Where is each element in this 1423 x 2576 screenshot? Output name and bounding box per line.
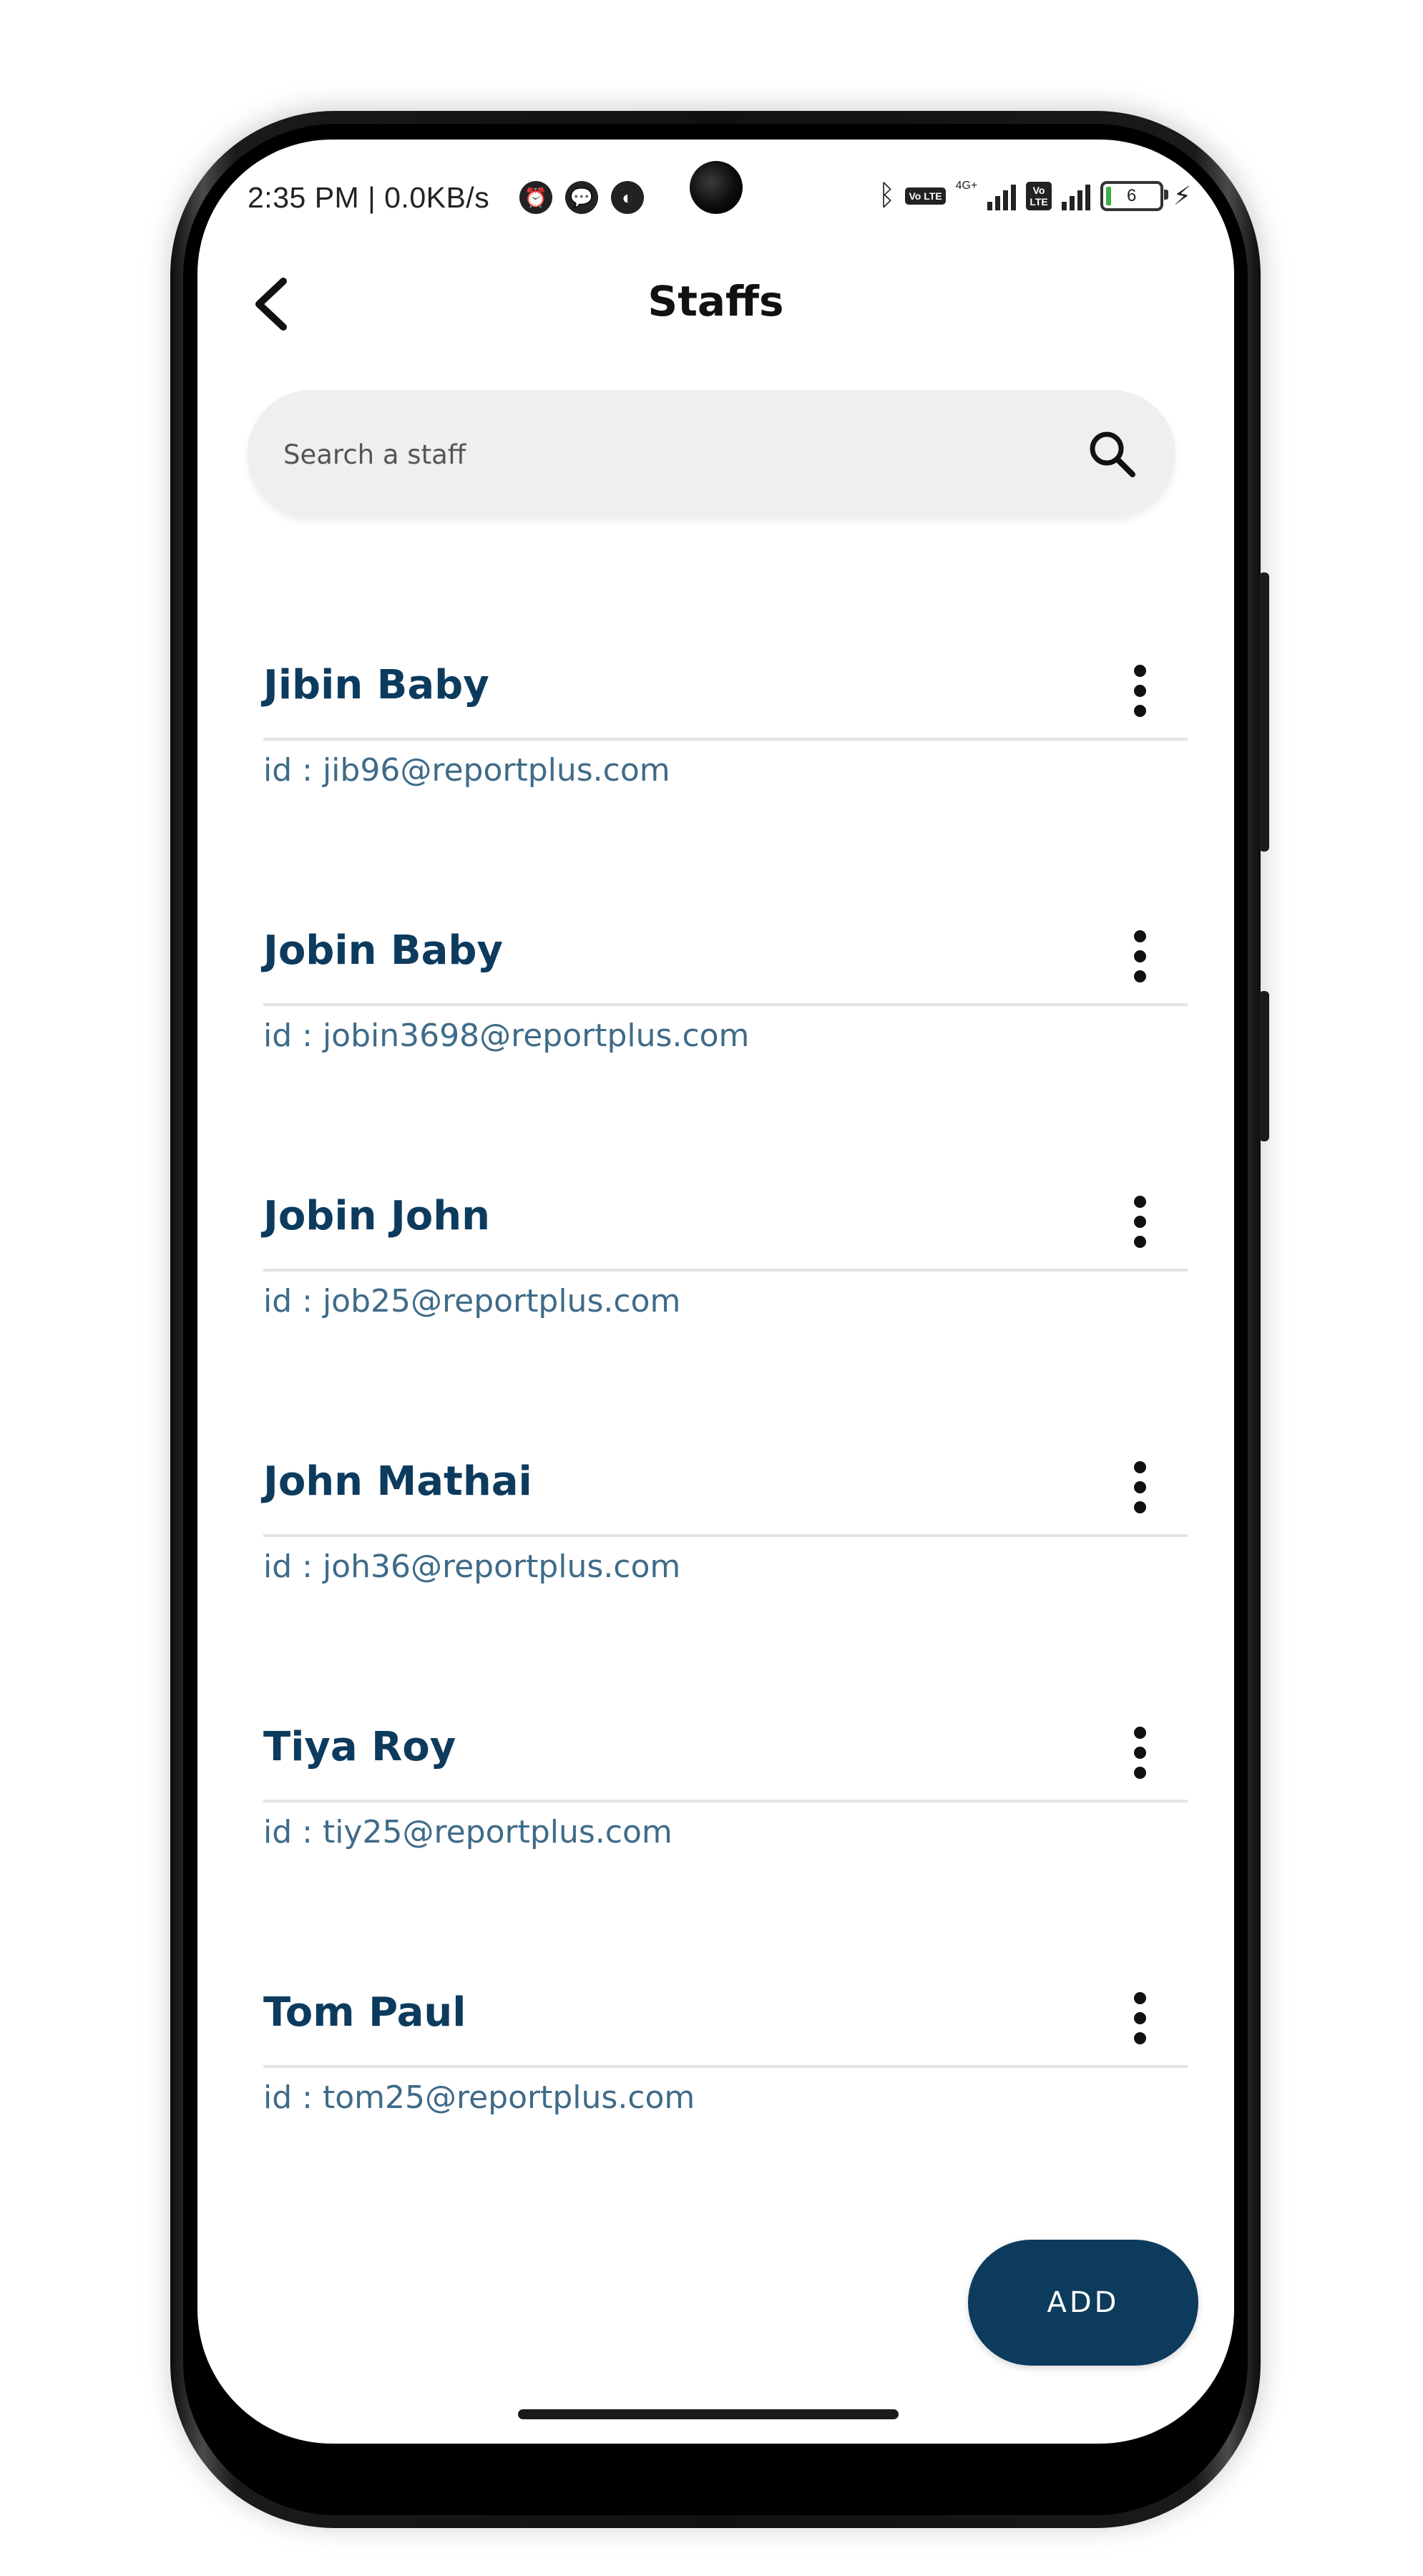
front-camera [690,161,743,214]
staff-id: id : job25@reportplus.com [263,1283,681,1319]
volume-button [1259,572,1269,852]
search-input[interactable] [282,390,1000,519]
search-icon[interactable] [1085,427,1140,482]
search-bar [248,390,1175,519]
network-type-label: 4G+ [955,180,978,192]
status-time: 2:35 PM | 0.0KB/s [248,181,490,214]
divider [263,1800,1188,1802]
chat-icon: 💬 [565,181,598,214]
divider [263,1003,1188,1006]
battery-level: 6 [1127,185,1137,205]
staff-id: id : tiy25@reportplus.com [263,1814,673,1850]
signal-icon-2 [1061,182,1090,210]
more-options-button[interactable] [1115,1717,1165,1788]
more-vertical-icon [1133,1460,1146,1473]
power-button [1259,991,1269,1141]
staff-id: id : jobin3698@reportplus.com [263,1018,750,1054]
staff-name: Tom Paul [263,1989,466,2036]
battery-icon: 6 [1100,180,1168,211]
staff-name: Tiya Roy [263,1724,456,1770]
more-options-button[interactable] [1115,1982,1165,2054]
app-notification-icon: ◐ [611,181,644,214]
staff-id: id : tom25@reportplus.com [263,2079,695,2116]
more-options-button[interactable] [1115,655,1165,726]
staff-id: id : joh36@reportplus.com [263,1548,681,1585]
list-item[interactable]: Tiya Roy id : tiy25@reportplus.com [263,1724,1193,1903]
list-item[interactable]: Jobin John id : job25@reportplus.com [263,1193,1193,1372]
staff-name: Jobin John [263,1193,490,1239]
page-title: Staffs [647,277,784,326]
more-vertical-icon [1133,1195,1146,1208]
staff-name: John Mathai [263,1458,532,1505]
list-item[interactable]: Jibin Baby id : jib96@reportplus.com [263,662,1193,841]
list-item[interactable]: Jobin Baby id : jobin3698@reportplus.com [263,927,1193,1106]
signal-icon [987,182,1017,210]
volte-icon-2: Vo LTE [1026,181,1052,210]
more-vertical-icon [1133,664,1146,677]
more-vertical-icon [1133,1726,1146,1739]
staff-name: Jibin Baby [263,662,489,708]
charging-icon: ⚡ [1173,180,1191,210]
divider [263,1269,1188,1272]
volte-icon: Vo LTE [905,187,946,205]
staff-id: id : jib96@reportplus.com [263,752,670,789]
more-options-button[interactable] [1115,1451,1165,1523]
list-item[interactable]: Tom Paul id : tom25@reportplus.com [263,1989,1193,2168]
alarm-icon: ⏰ [519,181,552,214]
more-options-button[interactable] [1115,920,1165,992]
divider [263,2065,1188,2068]
status-left-icons: ⏰ 💬 ◐ [519,181,644,214]
staff-name: Jobin Baby [263,927,504,974]
more-vertical-icon [1133,930,1146,942]
more-options-button[interactable] [1115,1186,1165,1257]
status-right-icons: ᛒ Vo LTE 4G+ Vo LTE 6 ⚡ [878,180,1191,212]
bluetooth-icon: ᛒ [878,180,896,211]
list-item[interactable]: John Mathai id : joh36@reportplus.com [263,1458,1193,1637]
divider [263,1534,1188,1537]
home-indicator[interactable] [518,2409,899,2419]
more-vertical-icon [1133,1991,1146,2004]
divider [263,738,1188,741]
phone-screen: 2:35 PM | 0.0KB/s ⏰ 💬 ◐ ᛒ Vo LTE 4G+ Vo L… [197,140,1234,2444]
add-staff-button[interactable]: ADD [968,2240,1198,2366]
